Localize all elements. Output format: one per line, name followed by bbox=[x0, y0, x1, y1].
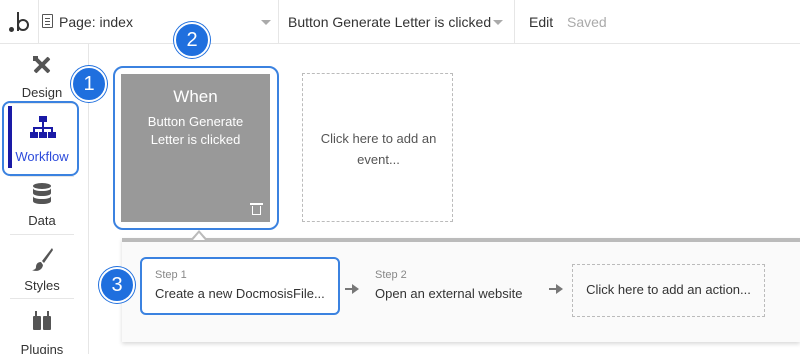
bubble-logo-icon[interactable] bbox=[6, 6, 34, 36]
arrow-right-icon bbox=[549, 283, 563, 295]
event-selector-label: Button Generate Letter is clicked bbox=[288, 14, 492, 30]
arrow-right-icon bbox=[345, 283, 359, 295]
design-tools-icon bbox=[33, 56, 51, 74]
add-event-button[interactable]: Click here to add an event... bbox=[302, 73, 453, 222]
sidebar-item-design[interactable]: Design bbox=[8, 50, 76, 102]
add-action-button[interactable]: Click here to add an action... bbox=[572, 264, 765, 317]
database-icon bbox=[33, 183, 51, 204]
divider bbox=[10, 298, 74, 299]
page-icon bbox=[42, 14, 53, 28]
sidebar-item-data[interactable]: Data bbox=[8, 180, 76, 230]
paint-brush-icon bbox=[32, 248, 53, 271]
page-selector-label: Page: index bbox=[59, 14, 133, 30]
trash-icon[interactable] bbox=[250, 203, 263, 215]
callout-badge-3: 3 bbox=[99, 267, 135, 303]
add-action-label: Click here to add an action... bbox=[586, 282, 751, 297]
sidebar-item-styles[interactable]: Styles bbox=[8, 245, 76, 295]
sidebar-item-label: Design bbox=[21, 85, 63, 100]
sidebar-item-plugins[interactable]: Plugins bbox=[8, 308, 76, 354]
event-card[interactable]: When Button Generate Letter is clicked bbox=[121, 74, 270, 222]
plug-icon bbox=[33, 311, 51, 330]
edit-menu[interactable]: Edit bbox=[529, 14, 553, 30]
step-number: Step 1 bbox=[155, 269, 187, 281]
chevron-down-icon bbox=[261, 20, 271, 25]
divider bbox=[38, 0, 39, 44]
event-selector[interactable]: Button Generate Letter is clicked bbox=[288, 0, 506, 44]
divider bbox=[514, 0, 515, 44]
event-card-title: When bbox=[173, 87, 218, 106]
divider bbox=[278, 0, 279, 44]
panel-pointer-inner bbox=[193, 233, 205, 240]
save-status: Saved bbox=[567, 14, 607, 30]
top-bar: Page: index Button Generate Letter is cl… bbox=[0, 0, 800, 44]
divider bbox=[10, 234, 74, 235]
callout-badge-1: 1 bbox=[71, 66, 107, 102]
step-label: Open an external website bbox=[375, 286, 523, 301]
divider bbox=[10, 176, 74, 177]
page-selector[interactable]: Page: index bbox=[40, 0, 276, 44]
event-card-description: Button Generate Letter is clicked bbox=[147, 114, 244, 147]
callout-badge-2: 2 bbox=[174, 22, 210, 58]
chevron-down-icon bbox=[493, 20, 503, 25]
sidebar-item-label: Plugins bbox=[20, 342, 64, 354]
highlight-frame bbox=[2, 101, 79, 176]
sidebar-item-label: Styles bbox=[24, 278, 60, 293]
sidebar-item-label: Data bbox=[28, 213, 56, 228]
step-label: Create a new DocmosisFile... bbox=[155, 286, 325, 301]
step-number: Step 2 bbox=[375, 269, 407, 281]
add-event-label: Click here to add an event... bbox=[320, 131, 437, 167]
